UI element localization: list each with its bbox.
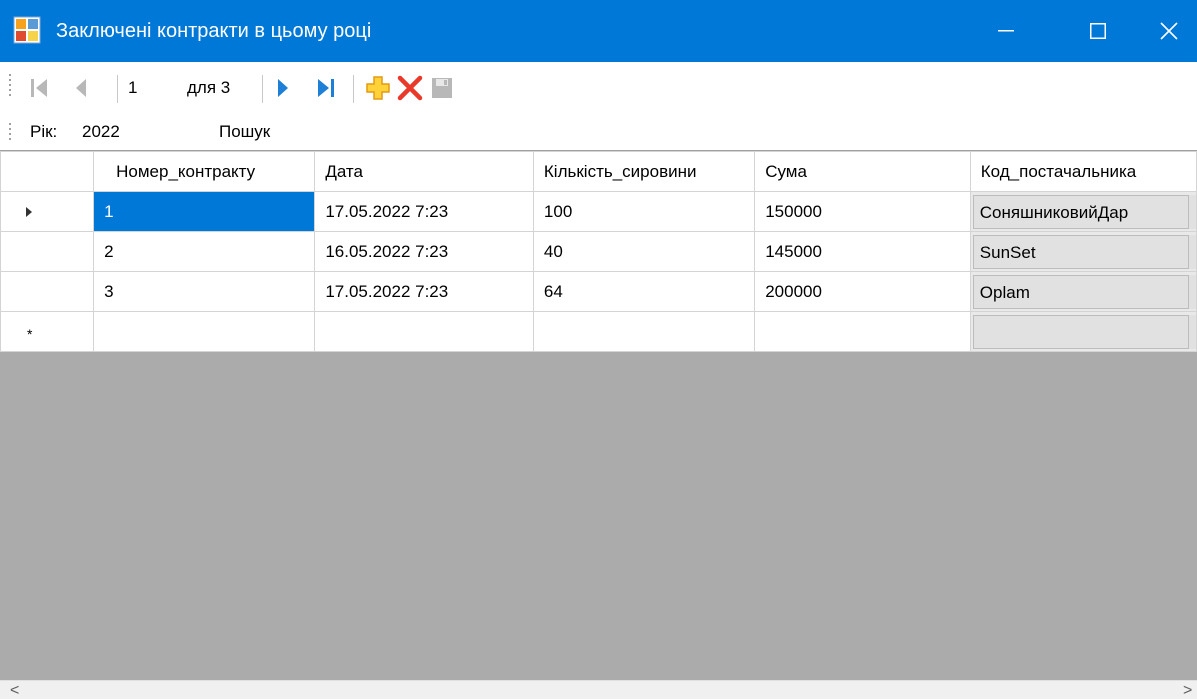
dropdown-button[interactable] (1188, 194, 1196, 229)
row-header[interactable]: * (0, 311, 95, 352)
cell-number[interactable]: 1 (93, 191, 316, 232)
cell-date[interactable]: 16.05.2022 7:23 (314, 231, 534, 272)
current-row-icon (26, 207, 32, 217)
cell-date[interactable]: 17.05.2022 7:23 (314, 271, 534, 312)
cell-number[interactable]: 2 (93, 231, 316, 272)
close-button[interactable] (1140, 0, 1197, 62)
toolbar-grip[interactable] (8, 74, 12, 99)
supplier-value: SunSet (979, 242, 1036, 262)
filter-toolbar: Рік: Пошук (0, 116, 1197, 150)
supplier-combobox[interactable]: SunSet (972, 234, 1196, 269)
move-first-icon[interactable] (29, 77, 49, 99)
cell-sum[interactable]: 150000 (754, 191, 971, 232)
cell-sum[interactable] (754, 311, 971, 352)
cell-supplier[interactable] (969, 311, 1197, 352)
search-button[interactable]: Пошук (219, 122, 270, 142)
cell-date[interactable] (314, 311, 534, 352)
toolbar-separator (262, 75, 263, 103)
new-row: * (0, 311, 1197, 352)
binding-navigator: для 3 (0, 62, 1197, 116)
cell-quantity[interactable]: 40 (532, 231, 756, 272)
column-header-number[interactable]: Номер_контракту (93, 151, 316, 192)
move-last-icon[interactable] (316, 77, 338, 99)
minimize-button[interactable] (960, 0, 1052, 62)
maximize-button[interactable] (1052, 0, 1144, 62)
add-new-icon[interactable] (365, 75, 391, 101)
position-input[interactable] (124, 75, 176, 101)
table-row: 3 17.05.2022 7:23 64 200000 Oplam (0, 271, 1197, 312)
delete-icon[interactable] (397, 75, 423, 101)
new-row-marker: * (27, 326, 33, 342)
window-title: Заключені контракти в цьому році (56, 20, 372, 42)
minimize-icon (998, 30, 1014, 32)
supplier-value: Oplam (979, 282, 1030, 302)
maximize-icon (1090, 23, 1106, 39)
row-header[interactable] (0, 271, 95, 312)
dropdown-button[interactable] (1188, 314, 1196, 349)
scroll-right-icon[interactable]: > (1183, 682, 1192, 700)
close-icon (1159, 22, 1178, 40)
cell-quantity[interactable] (532, 311, 756, 352)
cell-sum[interactable]: 200000 (754, 271, 971, 312)
supplier-combobox[interactable]: Oplam (972, 274, 1196, 309)
supplier-combobox[interactable]: СоняшниковийДар (972, 194, 1196, 229)
horizontal-scrollbar[interactable]: < > (0, 680, 1197, 699)
app-icon (13, 16, 41, 44)
data-grid[interactable]: Номер_контракту Дата Кількість_сировини … (0, 150, 1197, 680)
column-header-sum[interactable]: Сума (754, 151, 971, 192)
supplier-combobox[interactable] (972, 314, 1196, 349)
count-label: для 3 (187, 78, 231, 97)
move-previous-icon[interactable] (73, 77, 89, 99)
cell-quantity[interactable]: 64 (532, 271, 756, 312)
column-header-supplier[interactable]: Код_постачальника (969, 151, 1197, 192)
title-bar: Заключені контракти в цьому році (0, 0, 1197, 62)
cell-supplier[interactable]: СоняшниковийДар (969, 191, 1197, 232)
contracts-table: Номер_контракту Дата Кількість_сировини … (0, 151, 1197, 352)
cell-number[interactable] (93, 311, 316, 352)
toolbar-separator (117, 75, 118, 103)
column-header-date[interactable]: Дата (314, 151, 534, 192)
row-header[interactable] (0, 231, 95, 272)
cell-number[interactable]: 3 (93, 271, 316, 312)
toolbar-separator (353, 75, 354, 103)
column-header-quantity[interactable]: Кількість_сировини (532, 151, 756, 192)
table-row: 2 16.05.2022 7:23 40 145000 SunSet (0, 231, 1197, 272)
move-next-icon[interactable] (275, 77, 291, 99)
supplier-value: СоняшниковийДар (979, 202, 1129, 222)
header-row: Номер_контракту Дата Кількість_сировини … (0, 151, 1197, 192)
row-header[interactable] (0, 191, 95, 232)
year-label: Рік: (30, 122, 58, 141)
save-icon[interactable] (430, 76, 454, 100)
cell-supplier[interactable]: SunSet (969, 231, 1197, 272)
year-input[interactable] (80, 118, 190, 146)
dropdown-button[interactable] (1188, 274, 1196, 309)
corner-header[interactable] (0, 151, 95, 192)
cell-sum[interactable]: 145000 (754, 231, 971, 272)
cell-date[interactable]: 17.05.2022 7:23 (314, 191, 534, 232)
table-row: 1 17.05.2022 7:23 100 150000 Соняшникови… (0, 191, 1197, 232)
toolbar-grip[interactable] (8, 123, 12, 143)
cell-quantity[interactable]: 100 (532, 191, 756, 232)
dropdown-button[interactable] (1188, 234, 1196, 269)
scroll-left-icon[interactable]: < (10, 682, 19, 700)
cell-supplier[interactable]: Oplam (969, 271, 1197, 312)
